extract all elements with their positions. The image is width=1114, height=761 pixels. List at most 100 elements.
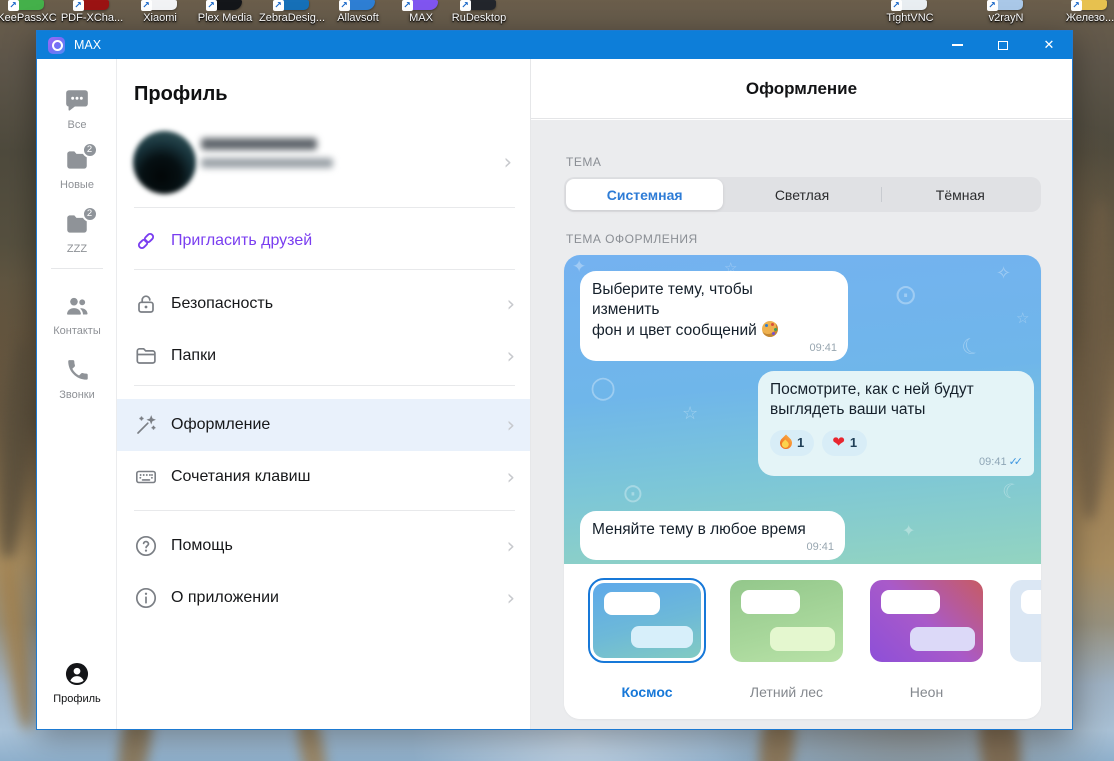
maximize-button[interactable] — [980, 31, 1026, 59]
moon-doodle-icon: ☾ — [999, 477, 1023, 505]
desktop-icon-label: Железо... — [1065, 12, 1114, 24]
heart-emoji: ❤ — [832, 433, 845, 452]
reaction-fire[interactable]: 1 — [770, 429, 815, 456]
contacts-icon — [64, 293, 91, 319]
theme-mode-tabs: Системная Светлая Тёмная — [564, 177, 1041, 212]
theme-card: ✦ ○ ☆ ⊙ ✧ ☆ ☾ ○ ☆ ✧ ⊙ ☾ ✦ ○ — [564, 255, 1041, 719]
chevron-right-icon: › — [506, 344, 515, 368]
theme-section-label: ТЕМА — [566, 155, 602, 169]
message-time: 09:41 — [809, 341, 837, 354]
shortcut-arrow-icon: ↗ — [1070, 0, 1082, 11]
unread-badge: 2 — [81, 206, 98, 222]
desktop-icon-label: TightVNC — [886, 12, 934, 24]
star-doodle-icon: ✧ — [996, 263, 1012, 284]
minimize-button[interactable] — [934, 31, 980, 59]
menu-row-about[interactable]: О приложении › — [117, 572, 530, 624]
nav-label: ZZZ — [66, 243, 88, 255]
menu-label: Помощь — [171, 537, 233, 554]
page-title: Профиль — [134, 83, 228, 105]
message-text: Посмотрите, как с ней будут выглядеть ва… — [770, 381, 974, 419]
tab-system[interactable]: Системная — [566, 179, 724, 210]
menu-row-security[interactable]: Безопасность › — [117, 278, 530, 330]
message-time: 09:41 — [806, 540, 834, 553]
chat-message-incoming: Меняйте тему в любое время 09:41 — [580, 511, 845, 561]
preview-bubble — [881, 589, 941, 615]
theme-name[interactable]: Космос — [588, 684, 706, 700]
menu-label: Папки — [171, 347, 216, 364]
window-title: MAX — [74, 38, 102, 52]
tab-light[interactable]: Светлая — [723, 179, 880, 210]
nav-item-calls[interactable]: Звонки — [37, 357, 117, 401]
shortcut-arrow-icon: ↗ — [272, 0, 284, 11]
nav-item-all-chats[interactable]: Все — [37, 87, 117, 131]
divider — [134, 385, 515, 386]
shortcut-arrow-icon: ↗ — [72, 0, 84, 11]
shortcut-arrow-icon: ↗ — [890, 0, 902, 11]
nav-label: Звонки — [59, 389, 95, 401]
nav-item-new-chats[interactable]: 2 Новые — [37, 142, 117, 191]
theme-name[interactable]: Летний лес — [730, 684, 843, 700]
maximize-icon — [998, 40, 1008, 50]
preview-bubble — [630, 625, 694, 649]
menu-row-shortcuts[interactable]: Сочетания клавиш › — [117, 451, 530, 503]
chat-message-incoming: Выберите тему, чтобы изменить фон и цвет… — [580, 271, 848, 362]
chevron-right-icon: › — [506, 534, 515, 558]
menu-row-folders[interactable]: Папки › — [117, 330, 530, 382]
user-profile-row[interactable] — [117, 124, 530, 204]
window-titlebar[interactable]: MAX ✕ — [37, 31, 1072, 59]
max-logo-icon — [48, 36, 65, 54]
menu-row-appearance[interactable]: Оформление › — [117, 399, 530, 451]
desktop-icon-pdf-xchange[interactable]: ↗ PDF-XCha... — [54, 0, 130, 24]
invite-friends-row[interactable]: Пригласить друзей — [117, 215, 530, 267]
phone-icon — [64, 357, 91, 383]
unread-badge: 2 — [81, 142, 98, 158]
menu-label: Сочетания клавиш — [171, 468, 311, 485]
theme-thumb-forest[interactable] — [730, 580, 843, 662]
desktop-icon-rudesktop[interactable]: ↗ RuDesktop — [441, 0, 517, 24]
folder-outline-icon — [134, 344, 158, 368]
divider — [134, 207, 515, 208]
theme-thumb-neon[interactable] — [870, 580, 983, 662]
star-doodle-icon: ☆ — [682, 403, 699, 424]
folder-icon: 2 — [64, 142, 98, 173]
nav-item-zzz[interactable]: 2 ZZZ — [37, 206, 117, 255]
shortcut-arrow-icon: ↗ — [140, 0, 152, 11]
planet-doodle-icon: ⊙ — [622, 479, 644, 509]
profile-icon — [64, 661, 91, 687]
fire-emoji — [777, 434, 795, 452]
desktop-icon-zhelezo[interactable]: ↗ Железо... — [1052, 0, 1114, 24]
chevron-right-icon: › — [506, 586, 515, 610]
shortcut-arrow-icon: ↗ — [7, 0, 19, 11]
nav-rail: Все 2 Новые 2 ZZZ Контакты Звонки Профил… — [37, 59, 117, 729]
desktop-icon-zebradesigner[interactable]: ↗ ZebraDesig... — [254, 0, 330, 24]
theme-name[interactable]: Неон — [870, 684, 983, 700]
preview-bubble — [741, 589, 801, 615]
tab-dark[interactable]: Тёмная — [882, 179, 1039, 210]
desktop-icon-tightvnc[interactable]: ↗ TightVNC — [872, 0, 948, 24]
preview-bubble — [1021, 589, 1041, 615]
read-checkmarks-icon: ✓✓ — [1008, 456, 1024, 469]
nav-item-profile[interactable]: Профиль — [37, 661, 117, 705]
message-text: Меняйте тему в любое время — [592, 521, 806, 538]
preview-bubble — [909, 626, 976, 652]
shortcut-arrow-icon: ↗ — [338, 0, 350, 11]
appearance-title: Оформление — [745, 78, 858, 98]
nav-label: Все — [67, 119, 87, 131]
shortcut-arrow-icon: ↗ — [459, 0, 471, 11]
magic-wand-icon — [134, 413, 158, 437]
desktop-wallpaper-reed — [0, 559, 39, 731]
close-button[interactable]: ✕ — [1026, 31, 1072, 59]
theme-thumb-partial[interactable] — [1010, 580, 1041, 662]
theme-thumbnails: Космос Летний лес Неон — [564, 564, 1041, 719]
desktop-icon-label: ZebraDesig... — [258, 12, 326, 24]
chat-message-outgoing: Посмотрите, как с ней будут выглядеть ва… — [758, 371, 1034, 476]
nav-item-contacts[interactable]: Контакты — [37, 293, 117, 337]
desktop-icon-plex[interactable]: ↗ Plex Media — [187, 0, 263, 24]
reaction-heart[interactable]: ❤ 1 — [822, 429, 868, 456]
menu-row-help[interactable]: Помощь › — [117, 520, 530, 572]
shortcut-arrow-icon: ↗ — [205, 0, 217, 11]
desktop: ↗ KeePassXC ↗ PDF-XCha... ↗ Xiaomi ↗ Plex Me… — [0, 0, 1114, 761]
theme-thumb-cosmos[interactable] — [588, 578, 706, 663]
palette-emoji — [761, 320, 778, 337]
desktop-icon-v2rayn[interactable]: ↗ v2rayN — [968, 0, 1044, 24]
